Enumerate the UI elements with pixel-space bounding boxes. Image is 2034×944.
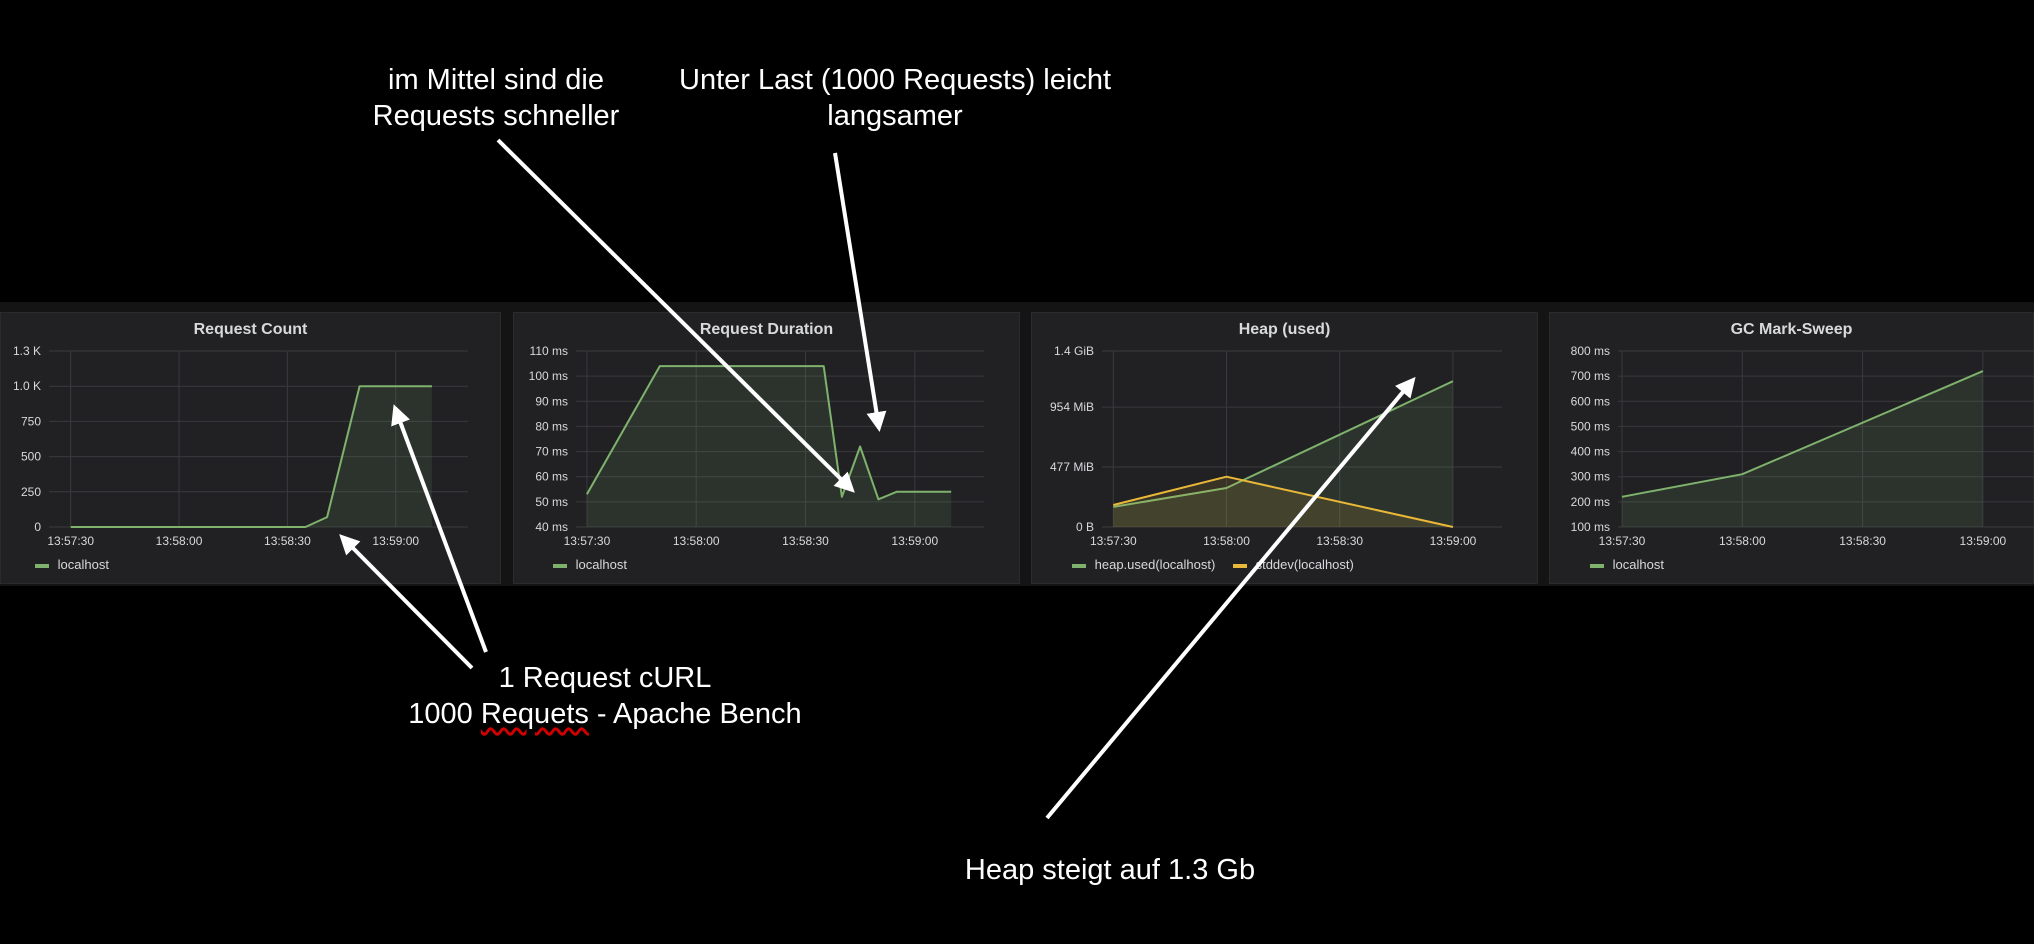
chart-heap-used: 1.4 GiB 954 MiB 477 MiB 0 B13:57:30 13:58:00… (1050, 344, 1502, 548)
y-tick-label: 600 ms (1571, 394, 1610, 408)
legend-item[interactable]: localhost (35, 557, 109, 572)
x-tick-label: 13:59:00 (891, 534, 938, 548)
legend-item[interactable]: heap.used(localhost) (1072, 557, 1215, 572)
y-tick-label: 200 ms (1571, 495, 1610, 509)
annotation-text: 1000 (408, 698, 481, 730)
y-tick-label: 500 (21, 450, 41, 464)
chart-request-count: 1.3 K 1.0 K 750 500 250 0 13:57:30 13:58:00 13:5… (13, 344, 468, 548)
y-tick-label: 50 ms (535, 495, 568, 509)
panel-heap-used[interactable]: Heap (used) 1.4 GiB 954 MiB 477 MiB 0 B 13:5… (1031, 312, 1538, 584)
y-tick-label: 40 ms (535, 520, 568, 534)
legend-label: localhost (1612, 557, 1664, 572)
y-tick-label: 60 ms (535, 470, 568, 484)
annotation-line: Requests schneller (372, 100, 620, 132)
legend-item[interactable]: localhost (1590, 557, 1664, 572)
legend-item[interactable]: stddev(localhost) (1232, 557, 1354, 572)
y-tick-label: 954 MiB (1050, 400, 1094, 414)
legend-label: stddev(localhost) (1255, 557, 1354, 572)
legend: localhost (1590, 557, 1678, 572)
y-tick-label: 70 ms (535, 445, 568, 459)
legend-swatch (553, 563, 567, 568)
x-tick-label: 13:58:00 (156, 534, 203, 548)
panel-gc-mark-sweep[interactable]: GC Mark-Sweep 800 ms 700 ms 600 ms 500 ms 40… (1549, 312, 2034, 584)
legend: heap.used(localhost) stddev(localhost) (1072, 557, 1368, 572)
y-tick-label: 250 (21, 485, 41, 499)
misspelled-word: Requets (480, 698, 589, 730)
annotation-line: 1000 Requets - Apache Bench (390, 696, 820, 732)
y-tick-label: 1.4 GiB (1054, 344, 1094, 358)
x-tick-label: 13:57:30 (1599, 534, 1646, 548)
y-tick-label: 0 B (1076, 520, 1094, 534)
legend: localhost (553, 557, 641, 572)
chart-request-duration: 110 ms 100 ms 90 ms 80 ms 70 ms 60 ms 50 ms 40 … (529, 344, 984, 548)
legend-swatch (35, 563, 49, 568)
y-tick-label: 100 ms (529, 369, 568, 383)
x-tick-label: 13:59:00 (1430, 534, 1477, 548)
legend: localhost (35, 557, 123, 572)
x-tick-label: 13:57:30 (1090, 534, 1137, 548)
annotation-line: Unter Last (1000 Requests) leicht (679, 64, 1111, 96)
annotation-heap-rises: Heap steigt auf 1.3 Gb (964, 854, 1256, 886)
x-tick-label: 13:58:00 (1203, 534, 1250, 548)
panel-request-count[interactable]: Request Count 1.3 K 1.0 K 750 500 250 0 13:57:… (0, 312, 501, 584)
x-tick-label: 13:59:00 (372, 534, 419, 548)
y-tick-label: 100 ms (1571, 520, 1610, 534)
legend-swatch (1590, 563, 1604, 568)
y-tick-label: 80 ms (535, 419, 568, 433)
annotation-line: 1 Request cURL (498, 662, 712, 694)
y-tick-label: 500 ms (1571, 419, 1610, 433)
annotation-requests-faster: im Mittel sind die Requests schneller (320, 62, 672, 134)
legend-label: localhost (57, 557, 109, 572)
x-tick-label: 13:58:30 (1839, 534, 1886, 548)
annotation-line: langsamer (827, 100, 963, 132)
y-tick-label: 110 ms (530, 344, 568, 358)
y-tick-label: 400 ms (1571, 445, 1610, 459)
legend-label: heap.used(localhost) (1094, 557, 1216, 572)
legend-swatch (1072, 563, 1086, 568)
x-tick-label: 13:58:30 (782, 534, 829, 548)
y-tick-label: 90 ms (535, 394, 568, 408)
x-tick-label: 13:58:00 (1719, 534, 1766, 548)
y-tick-label: 800 ms (1571, 344, 1610, 358)
x-tick-label: 13:58:00 (673, 534, 720, 548)
annotation-curl-apache-bench: 1 Request cURL 1000 Requets - Apache Ben… (390, 660, 820, 732)
y-tick-label: 1.3 K (13, 344, 41, 358)
y-tick-label: 700 ms (1571, 369, 1610, 383)
x-tick-label: 13:57:30 (564, 534, 611, 548)
y-tick-label: 0 (34, 520, 41, 534)
y-tick-label: 750 (21, 414, 41, 428)
panel-request-duration[interactable]: Request Duration 110 ms 100 ms 90 ms 80 ms 7… (513, 312, 1020, 584)
annotation-under-load: Unter Last (1000 Requests) leicht langsa… (660, 62, 1130, 134)
annotation-text: - Apache Bench (588, 698, 802, 730)
chart-gc-mark-sweep: 800 ms 700 ms 600 ms 500 ms 400 ms 300 ms 200 … (1571, 344, 2034, 548)
x-tick-label: 13:58:30 (264, 534, 311, 548)
x-tick-label: 13:57:30 (47, 534, 94, 548)
legend-swatch (1232, 563, 1247, 568)
legend-label: localhost (575, 557, 627, 572)
x-tick-label: 13:59:00 (1960, 534, 2007, 548)
x-tick-label: 13:58:30 (1316, 534, 1363, 548)
y-tick-label: 300 ms (1571, 470, 1610, 484)
series-area (586, 366, 952, 527)
annotation-line: im Mittel sind die (388, 64, 604, 96)
y-tick-label: 477 MiB (1050, 460, 1094, 474)
legend-item[interactable]: localhost (553, 557, 627, 572)
y-tick-label: 1.0 K (13, 379, 41, 393)
